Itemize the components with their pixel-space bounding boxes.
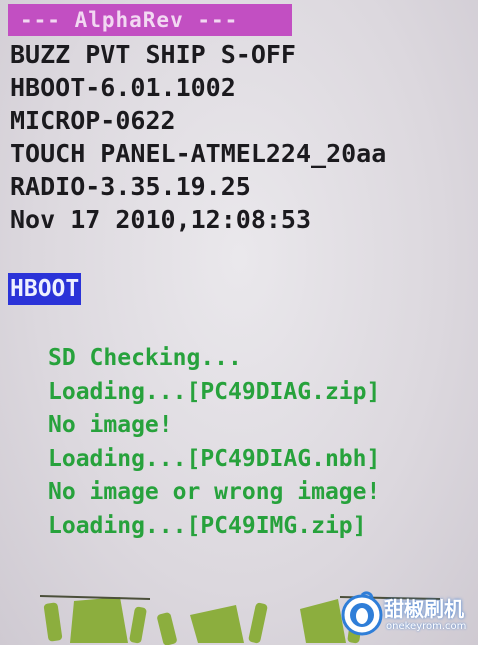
alpharev-banner: --- AlphaRev --- <box>8 4 292 36</box>
device-info-line: MICROP-0622 <box>10 106 176 135</box>
boot-log: SD Checking... Loading...[PC49DIAG.zip] … <box>48 342 380 543</box>
log-line: Loading...[PC49IMG.zip] <box>48 512 367 539</box>
watermark-site: onekeyrom.com <box>386 621 467 632</box>
log-line: No image or wrong image! <box>48 479 381 505</box>
hboot-screen: --- AlphaRev --- BUZZ PVT SHIP S-OFF HBO… <box>0 0 478 645</box>
log-line: Loading...[PC49DIAG.zip] <box>48 378 381 405</box>
pepper-logo-icon <box>341 591 383 636</box>
device-info-line: Nov 17 2010,12:08:53 <box>10 205 312 234</box>
log-line: SD Checking... <box>48 345 242 371</box>
log-line: Loading...[PC49DIAG.nbh] <box>48 445 381 472</box>
device-info-line: TOUCH PANEL-ATMEL224_20aa <box>10 139 387 168</box>
watermark: 甜椒刷机 onekeyrom.com <box>340 591 472 639</box>
menu-item-hboot[interactable]: HBOOT <box>8 273 82 305</box>
watermark-brand: 甜椒刷机 <box>384 597 464 621</box>
device-info-line: BUZZ PVT SHIP S-OFF <box>10 40 296 69</box>
device-info-line: RADIO-3.35.19.25 <box>10 172 251 201</box>
device-info-line: HBOOT-6.01.1002 <box>10 73 236 102</box>
device-info-list: BUZZ PVT SHIP S-OFF HBOOT-6.01.1002 MICR… <box>10 38 386 236</box>
log-line: No image! <box>48 412 173 438</box>
